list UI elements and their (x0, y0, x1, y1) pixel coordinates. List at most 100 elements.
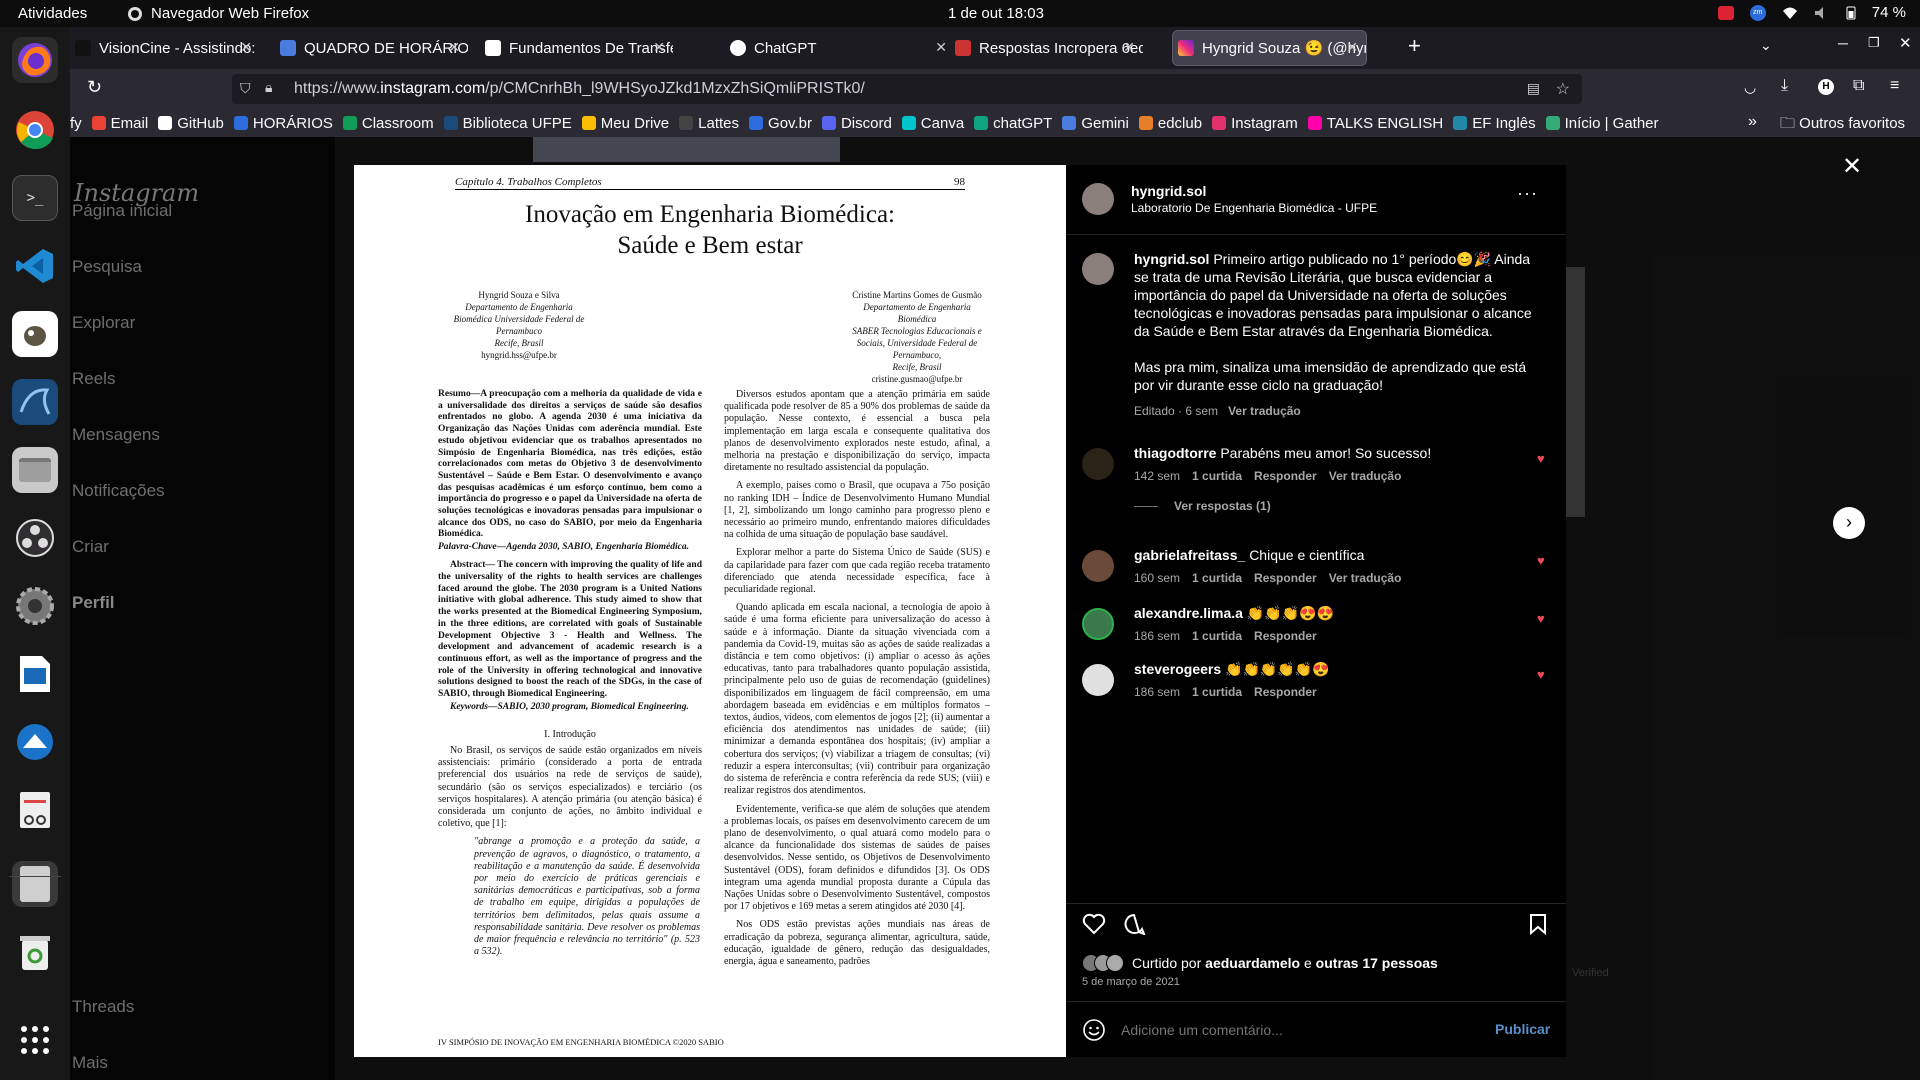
document-viewer-dock-icon[interactable] (12, 787, 58, 833)
comment-like-heart-icon[interactable]: ♥ (1537, 611, 1545, 626)
comment-username[interactable]: thiagodtorre (1134, 445, 1216, 461)
nav-item[interactable]: Explorar (72, 313, 135, 333)
post-username[interactable]: hyngrid.sol (1131, 183, 1206, 199)
bookmark-item[interactable]: EF Inglês (1453, 115, 1536, 132)
extensions-icon[interactable]: ⧉ (1853, 77, 1864, 95)
nav-item[interactable]: Perfil (72, 593, 115, 613)
minimize-button[interactable]: ─ (1838, 35, 1848, 51)
vscode-dock-icon[interactable] (12, 243, 58, 289)
liked-others-link[interactable]: outras 17 pessoas (1316, 955, 1438, 971)
bookmark-item[interactable]: TALKS ENGLISH (1307, 115, 1443, 132)
tab-instagram-active[interactable]: Hyngrid Souza 😉 (@hyng ✕ (1173, 31, 1366, 65)
translate-link[interactable]: Ver tradução (1228, 404, 1301, 418)
tab-quadro-horario[interactable]: QUADRO DE HORÁRIO - I✕ (275, 31, 468, 65)
app-menu[interactable]: Navegador Web Firefox (127, 5, 309, 22)
post-location[interactable]: Laboratorio De Engenharia Biomédica - UF… (1131, 201, 1377, 215)
reader-view-icon[interactable]: ▤ (1527, 80, 1540, 97)
reply-button[interactable]: Responder (1254, 629, 1317, 643)
bookmark-star-icon[interactable]: ☆ (1556, 79, 1570, 99)
comment-icon[interactable] (1122, 913, 1146, 935)
reply-button[interactable]: Responder (1254, 571, 1317, 585)
translate-link[interactable]: Ver tradução (1329, 469, 1402, 483)
other-bookmarks[interactable]: 🗀︎ Outros favoritos (1780, 113, 1905, 138)
bookmark-item[interactable]: Canva (901, 115, 964, 132)
bookmark-item[interactable]: Email (91, 115, 148, 132)
nav-item[interactable]: Notificações (72, 481, 165, 501)
like-heart-icon[interactable] (1082, 913, 1106, 935)
bookmark-item[interactable]: Classroom (342, 115, 434, 132)
close-icon[interactable]: ✕ (1346, 39, 1358, 56)
likes-summary[interactable]: Curtido por aeduardamelo e outras 17 pes… (1082, 954, 1438, 972)
close-icon[interactable]: ✕ (1123, 39, 1135, 56)
comment-likes[interactable]: 1 curtida (1192, 629, 1242, 643)
reply-button[interactable]: Responder (1254, 685, 1317, 699)
terminal-dock-icon[interactable]: >_ (12, 175, 58, 221)
close-icon[interactable]: ✕ (935, 39, 947, 56)
avatar[interactable] (1082, 608, 1114, 640)
nav-item[interactable]: Mensagens (72, 425, 160, 445)
comment-like-heart-icon[interactable]: ♥ (1537, 667, 1545, 682)
comment-likes[interactable]: 1 curtida (1192, 571, 1242, 585)
comment-like-heart-icon[interactable]: ♥ (1537, 451, 1545, 466)
avatar[interactable] (1082, 664, 1114, 696)
liked-by-user[interactable]: aeduardamelo (1205, 955, 1300, 971)
bookmark-item[interactable]: Início | Gather (1545, 115, 1659, 132)
writer-dock-icon[interactable] (12, 651, 58, 697)
tab-list-chevron-icon[interactable]: ⌄ (1760, 37, 1772, 54)
tab-fundamentos[interactable]: Fundamentos De Transfe ✕ (480, 31, 673, 65)
nav-item[interactable]: Criar (72, 537, 109, 557)
caption-username[interactable]: hyngrid.sol (1134, 251, 1209, 267)
save-bookmark-icon[interactable] (1528, 913, 1548, 935)
downloads-icon[interactable]: ⤓ (1781, 77, 1788, 95)
thunderbird-dock-icon[interactable] (12, 719, 58, 765)
shield-icon[interactable]: ⛉ (240, 80, 251, 97)
close-icon[interactable]: ✕ (240, 39, 252, 56)
close-icon[interactable]: ✕ (1842, 152, 1862, 181)
comment-username[interactable]: gabrielafreitass_ (1134, 547, 1245, 563)
nav-item[interactable]: Página inicial (72, 201, 172, 221)
tab-visioncine[interactable]: VisionCine - Assistindo: C ✕ (70, 31, 260, 65)
show-apps-icon[interactable] (12, 1017, 58, 1063)
files-dock-icon[interactable] (12, 447, 58, 493)
bookmark-item[interactable]: HORÁRIOS (233, 115, 333, 132)
publish-button[interactable]: Publicar (1495, 1021, 1550, 1037)
gimp-dock-icon[interactable] (12, 311, 58, 357)
nav-item[interactable]: Reels (72, 369, 115, 389)
system-tray[interactable]: zm 74 % (1717, 4, 1906, 21)
url-field[interactable]: ⛉ 🔒︎ https://www. instagram.com/p/CMCnrhB… (232, 74, 1582, 104)
tab-respostas-incropera[interactable]: Respostas Incropera 6ed ✕ (950, 31, 1143, 65)
bookmark-item[interactable]: Instagram (1212, 115, 1298, 132)
bookmark-item[interactable]: Discord (821, 115, 892, 132)
chrome-dock-icon[interactable] (12, 107, 58, 153)
menu-icon[interactable]: ≡ (1890, 77, 1899, 95)
bookmark-item[interactable]: fy (70, 115, 82, 132)
comment-like-heart-icon[interactable]: ♥ (1537, 553, 1545, 568)
reload-icon[interactable]: ↻ (87, 77, 102, 98)
settings-dock-icon[interactable] (12, 583, 58, 629)
nav-threads[interactable]: Threads (72, 997, 134, 1017)
bookmark-item[interactable]: edclub (1138, 115, 1202, 132)
bookmark-item[interactable]: GitHub (158, 115, 224, 132)
bookmarks-overflow-icon[interactable]: » (1748, 113, 1757, 131)
nav-more[interactable]: Mais (72, 1053, 108, 1073)
disks-dock-icon[interactable] (12, 861, 58, 907)
new-tab-button[interactable]: + (1408, 33, 1421, 59)
activities-button[interactable]: Atividades (18, 5, 87, 22)
comment-username[interactable]: alexandre.lima.a (1134, 605, 1243, 621)
bookmark-item[interactable]: Lattes (679, 115, 739, 132)
trash-dock-icon[interactable] (12, 929, 58, 975)
comment-input[interactable] (1121, 1018, 1451, 1042)
close-icon[interactable]: ✕ (653, 39, 665, 56)
comment-likes[interactable]: 1 curtida (1192, 685, 1242, 699)
tab-chatgpt[interactable]: ChatGPT ✕ (725, 31, 955, 65)
bookmark-item[interactable]: chatGPT (974, 115, 1052, 132)
more-options-icon[interactable]: ··· (1517, 183, 1538, 204)
avatar[interactable] (1082, 448, 1114, 480)
view-replies-link[interactable]: Ver respostas (1) (1174, 499, 1271, 513)
lock-icon[interactable]: 🔒︎ (265, 79, 272, 96)
view-replies[interactable]: Ver respostas (1) (1134, 499, 1271, 513)
avatar[interactable] (1082, 253, 1114, 285)
next-post-chevron-icon[interactable]: › (1833, 507, 1865, 539)
nav-item[interactable]: Pesquisa (72, 257, 142, 277)
pocket-icon[interactable]: ◡ (1744, 79, 1756, 96)
